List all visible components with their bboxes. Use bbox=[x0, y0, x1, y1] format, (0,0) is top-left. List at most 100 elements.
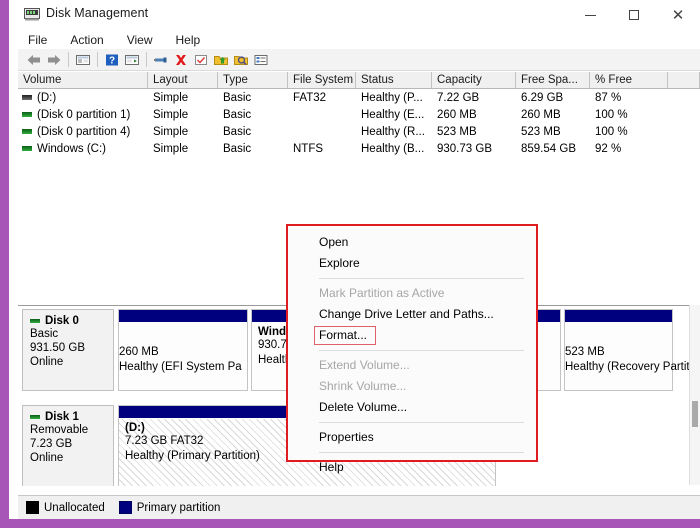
cell-type: Basic bbox=[223, 91, 252, 104]
toolbar: ? bbox=[18, 49, 700, 71]
menu-item-delete-volume[interactable]: Delete Volume... bbox=[288, 397, 536, 418]
window-controls: ✕ bbox=[568, 0, 700, 30]
new-volume-icon[interactable] bbox=[211, 50, 231, 70]
table-row[interactable]: Windows (C:) Simple Basic NTFS Healthy (… bbox=[18, 140, 700, 157]
column-header-blank[interactable] bbox=[668, 72, 700, 88]
partition-body: 523 MB Healthy (Recovery Partitio bbox=[565, 323, 699, 389]
context-menu: Open Explore Mark Partition as Active Ch… bbox=[288, 226, 536, 474]
column-header-type[interactable]: Type bbox=[218, 72, 288, 88]
back-arrow-icon[interactable] bbox=[24, 50, 44, 70]
cell-freespace: 523 MB bbox=[521, 125, 561, 138]
partition-status: Healthy (EFI System Pa bbox=[119, 361, 242, 373]
help-icon[interactable]: ? bbox=[102, 50, 122, 70]
cell-freespace: 859.54 GB bbox=[521, 142, 576, 155]
disk-management-icon bbox=[24, 7, 40, 21]
menu-item-change-drive-letter-and-paths[interactable]: Change Drive Letter and Paths... bbox=[288, 304, 536, 325]
column-header-freespace[interactable]: Free Spa... bbox=[516, 72, 590, 88]
column-header-percentfree[interactable]: % Free bbox=[590, 72, 668, 88]
disk-name-1: Disk 1 bbox=[30, 411, 113, 423]
disk-info-1[interactable]: Disk 1 Removable 7.23 GB Online bbox=[22, 405, 114, 486]
rescan-disks-icon[interactable] bbox=[191, 50, 211, 70]
toolbar-separator bbox=[68, 52, 69, 67]
window-frame: Disk Management ✕ File Action View Help bbox=[0, 0, 700, 528]
cell-volume-label: (Disk 0 partition 1) bbox=[37, 108, 131, 121]
minimize-button[interactable] bbox=[568, 0, 612, 30]
zoom-icon[interactable] bbox=[231, 50, 251, 70]
column-header-capacity[interactable]: Capacity bbox=[432, 72, 516, 88]
disk-icon bbox=[30, 318, 40, 323]
show-hide-action-pane-icon[interactable] bbox=[122, 50, 142, 70]
partition-size: 523 MB bbox=[565, 346, 605, 358]
menu-action[interactable]: Action bbox=[67, 32, 106, 48]
column-header-filesystem[interactable]: File System bbox=[288, 72, 356, 88]
disk-info-0[interactable]: Disk 0 Basic 931.50 GB Online bbox=[22, 309, 114, 391]
close-button[interactable]: ✕ bbox=[656, 0, 700, 30]
table-row[interactable]: (D:) Simple Basic FAT32 Healthy (P... 7.… bbox=[18, 89, 700, 106]
cell-status: Healthy (B... bbox=[361, 142, 425, 155]
legend-label-unallocated: Unallocated bbox=[44, 501, 105, 514]
partition-recovery[interactable]: 523 MB Healthy (Recovery Partitio bbox=[564, 309, 699, 391]
toolbar-separator bbox=[146, 52, 147, 67]
cell-capacity: 930.73 GB bbox=[437, 142, 492, 155]
disk-type-0: Basic bbox=[30, 328, 59, 340]
svg-text:?: ? bbox=[109, 55, 115, 66]
close-icon: ✕ bbox=[671, 5, 685, 24]
volume-list-header: Volume Layout Type File System Status Ca… bbox=[18, 72, 700, 89]
cell-layout: Simple bbox=[153, 125, 189, 138]
menu-help[interactable]: Help bbox=[173, 32, 204, 48]
list-view-icon[interactable] bbox=[251, 50, 271, 70]
toolbar-separator bbox=[97, 52, 98, 67]
menu-item-shrink-volume: Shrink Volume... bbox=[319, 379, 407, 393]
properties-icon[interactable] bbox=[151, 50, 171, 70]
title-bar: Disk Management ✕ bbox=[18, 0, 700, 30]
menu-item-extend-volume: Extend Volume... bbox=[319, 358, 410, 372]
cell-capacity: 523 MB bbox=[437, 125, 477, 138]
cell-freespace: 260 MB bbox=[521, 108, 561, 121]
delete-icon[interactable] bbox=[171, 50, 191, 70]
menu-item-mark-partition-as-active: Mark Partition as Active bbox=[319, 286, 445, 300]
cell-volume-label: (Disk 0 partition 4) bbox=[37, 125, 131, 138]
volume-list-rows: (D:) Simple Basic FAT32 Healthy (P... 7.… bbox=[18, 89, 700, 157]
legend-label-primary: Primary partition bbox=[136, 501, 221, 514]
partition-bar bbox=[565, 310, 672, 323]
cell-status: Healthy (R... bbox=[361, 125, 425, 138]
menu-separator bbox=[319, 278, 524, 279]
menu-bar: File Action View Help bbox=[18, 30, 700, 49]
show-hide-console-tree-icon[interactable] bbox=[73, 50, 93, 70]
table-row[interactable]: (Disk 0 partition 1) Simple Basic Health… bbox=[18, 106, 700, 123]
partition-bar bbox=[119, 310, 247, 323]
menu-item-open[interactable]: Open bbox=[288, 232, 536, 253]
cell-layout: Simple bbox=[153, 108, 189, 121]
disk-icon bbox=[30, 414, 40, 419]
menu-file[interactable]: File bbox=[25, 32, 50, 48]
volume-icon-green bbox=[22, 128, 32, 134]
menu-item-help[interactable]: Help bbox=[288, 457, 536, 478]
column-header-volume[interactable]: Volume bbox=[18, 72, 148, 88]
legend-item-primary-partition: Primary partition bbox=[118, 501, 221, 514]
cell-volume-label: (D:) bbox=[37, 91, 57, 104]
column-header-layout[interactable]: Layout bbox=[148, 72, 218, 88]
window-title: Disk Management bbox=[46, 6, 149, 20]
menu-item-format[interactable]: Format... bbox=[288, 325, 536, 346]
volume-icon-green bbox=[22, 145, 32, 151]
partition-efi[interactable]: 260 MB Healthy (EFI System Pa bbox=[118, 309, 248, 391]
cell-volume: (Disk 0 partition 1) bbox=[18, 109, 148, 121]
disk-name-0: Disk 0 bbox=[30, 315, 113, 327]
cell-percentfree: 87 % bbox=[595, 91, 622, 104]
forward-arrow-icon[interactable] bbox=[44, 50, 64, 70]
column-header-status[interactable]: Status bbox=[356, 72, 432, 88]
cell-percentfree: 92 % bbox=[595, 142, 622, 155]
menu-separator bbox=[319, 350, 524, 351]
menu-item-properties[interactable]: Properties bbox=[288, 427, 536, 448]
table-row[interactable]: (Disk 0 partition 4) Simple Basic Health… bbox=[18, 123, 700, 140]
volume-icon-grey bbox=[22, 94, 32, 100]
cell-filesystem: NTFS bbox=[293, 142, 324, 155]
menu-item-explore[interactable]: Explore bbox=[288, 253, 536, 274]
menu-view[interactable]: View bbox=[124, 32, 156, 48]
scrollbar-thumb[interactable] bbox=[692, 401, 698, 427]
maximize-button[interactable] bbox=[612, 0, 656, 30]
disk-state-0: Online bbox=[30, 356, 64, 368]
menu-separator bbox=[319, 422, 524, 423]
disk-type-1: Removable bbox=[30, 424, 89, 436]
graphical-view-scrollbar[interactable] bbox=[689, 305, 700, 485]
